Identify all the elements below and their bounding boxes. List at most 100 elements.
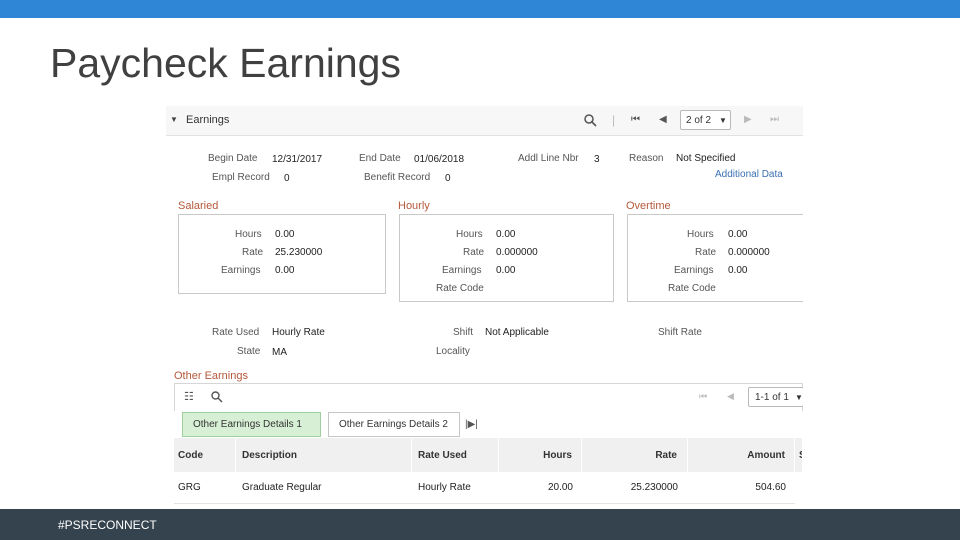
tab-label-1: Other Earnings Details 1 (193, 419, 302, 430)
grid-pager-value: 1-1 of 1 (755, 392, 789, 403)
earnings-pager-select[interactable]: 2 of 2 ▼ (680, 110, 731, 130)
overtime-hours-value: 0.00 (728, 229, 748, 240)
shift-rate-label: Shift Rate (658, 327, 702, 338)
show-all-columns-icon[interactable]: |▶| (465, 419, 478, 430)
overtime-rate-code-label: Rate Code (668, 283, 716, 294)
column-hours-label: Hours (543, 450, 572, 461)
state-label: State (237, 346, 261, 357)
shift-value: Not Applicable (485, 327, 549, 338)
toolbar-divider: | (612, 113, 616, 127)
column-header-description[interactable]: Description (236, 438, 412, 472)
overtime-rate-value: 0.000000 (728, 247, 770, 258)
column-header-amount[interactable]: Amount (688, 438, 795, 472)
salaried-hours-label: Hours (235, 229, 262, 240)
grid-settings-icon[interactable]: ☷ (184, 390, 194, 403)
cell-rate-value: 25.230000 (630, 482, 678, 493)
overtime-hours-label: Hours (687, 229, 714, 240)
column-header-hours[interactable]: Hours (499, 438, 582, 472)
slide-title: Paycheck Earnings (50, 40, 401, 86)
empl-record-label: Empl Record (212, 172, 270, 183)
salaried-earnings-value: 0.00 (275, 265, 295, 276)
locality-label: Locality (436, 346, 470, 357)
top-accent-bar (0, 0, 960, 18)
earnings-screenshot: ▼ Earnings | ⏮ ◀ 2 of 2 ▼ ▶ ⏭ Begin Date… (166, 106, 803, 509)
hourly-box (399, 214, 614, 302)
hourly-rate-code-label: Rate Code (436, 283, 484, 294)
tab-label-2: Other Earnings Details 2 (339, 419, 448, 430)
search-icon[interactable] (584, 114, 597, 127)
column-header-code[interactable]: Code (174, 438, 236, 472)
begin-date-value: 12/31/2017 (272, 154, 323, 165)
footer-hashtag: #PSRECONNECT (58, 518, 157, 532)
other-earnings-toolbar: ☷ ⏮ ◀ 1-1 of 1 ▼ (174, 383, 803, 411)
grid-chevron-down-icon: ▼ (795, 393, 803, 402)
overtime-section-title: Overtime (626, 200, 671, 212)
cell-hours: 20.00 (499, 472, 582, 504)
cell-code: GRG (174, 472, 236, 504)
other-earnings-title: Other Earnings (174, 370, 248, 382)
first-page-icon[interactable]: ⏮ (631, 114, 640, 125)
previous-page-icon[interactable]: ◀ (659, 114, 667, 125)
state-value: MA (272, 347, 287, 358)
tab-other-earnings-details-2[interactable]: Other Earnings Details 2 (328, 412, 460, 437)
hourly-rate-value: 0.000000 (496, 247, 538, 258)
column-header-rate[interactable]: Rate (582, 438, 688, 472)
pager-value: 2 of 2 (686, 115, 712, 126)
rate-used-value: Hourly Rate (272, 327, 325, 338)
column-header-rate-used[interactable]: Rate Used (412, 438, 499, 472)
addl-line-label: Addl Line Nbr (518, 153, 579, 164)
salaried-rate-label: Rate (242, 247, 264, 258)
cell-description: Graduate Regular (236, 472, 412, 504)
hourly-earnings-value: 0.00 (496, 265, 516, 276)
cell-description-value: Graduate Regular (242, 482, 322, 493)
cell-hours-value: 20.00 (547, 482, 573, 493)
cell-rate-used: Hourly Rate (412, 472, 499, 504)
grid-previous-page-icon[interactable]: ◀ (727, 391, 734, 402)
salaried-hours-value: 0.00 (275, 229, 295, 240)
last-page-icon[interactable]: ⏭ (770, 114, 779, 125)
hourly-hours-label: Hours (456, 229, 483, 240)
footer-bar: #PSRECONNECT (0, 509, 960, 540)
column-code-label: Code (178, 450, 203, 461)
hourly-section-title: Hourly (398, 200, 430, 212)
end-date-label: End Date (359, 153, 401, 164)
hourly-earnings-label: Earnings (442, 265, 482, 276)
salaried-section-title: Salaried (178, 200, 219, 212)
cell-rate-used-value: Hourly Rate (418, 482, 471, 493)
overtime-earnings-value: 0.00 (728, 265, 748, 276)
cell-rate: 25.230000 (582, 472, 688, 504)
column-truncated-label: S (799, 450, 802, 461)
additional-data-link[interactable]: Additional Data (715, 169, 783, 180)
benefit-record-value: 0 (445, 173, 451, 184)
tab-other-earnings-details-1[interactable]: Other Earnings Details 1 (182, 412, 321, 437)
cell-amount: 504.60 (688, 472, 795, 504)
shift-label: Shift (453, 327, 474, 338)
next-page-icon[interactable]: ▶ (744, 114, 752, 125)
column-amount-label: Amount (747, 450, 785, 461)
rate-used-label: Rate Used (212, 327, 260, 338)
grid-first-page-icon[interactable]: ⏮ (699, 391, 707, 402)
grid-pager-select[interactable]: 1-1 of 1 ▼ (748, 387, 803, 407)
chevron-down-icon: ▼ (719, 116, 727, 125)
reason-value: Not Specified (676, 153, 736, 164)
cell-amount-value: 504.60 (755, 482, 786, 493)
empl-record-value: 0 (284, 173, 290, 184)
begin-date-label: Begin Date (208, 153, 258, 164)
salaried-rate-value: 25.230000 (275, 247, 323, 258)
hourly-rate-label: Rate (463, 247, 485, 258)
column-rate-label: Rate (655, 450, 677, 461)
earnings-header: ▼ Earnings | ⏮ ◀ 2 of 2 ▼ ▶ ⏭ (166, 106, 803, 136)
grid-search-icon[interactable] (211, 391, 223, 403)
earnings-title: Earnings (186, 114, 230, 126)
overtime-earnings-label: Earnings (674, 265, 714, 276)
collapse-caret-icon[interactable]: ▼ (170, 115, 178, 124)
column-description-label: Description (242, 450, 298, 461)
end-date-value: 01/06/2018 (414, 154, 465, 165)
column-header-truncated[interactable]: S (795, 438, 803, 472)
hourly-hours-value: 0.00 (496, 229, 516, 240)
column-rate-used-label: Rate Used (418, 450, 467, 461)
reason-label: Reason (629, 153, 664, 164)
benefit-record-label: Benefit Record (364, 172, 431, 183)
overtime-rate-label: Rate (695, 247, 717, 258)
addl-line-value: 3 (594, 154, 600, 165)
